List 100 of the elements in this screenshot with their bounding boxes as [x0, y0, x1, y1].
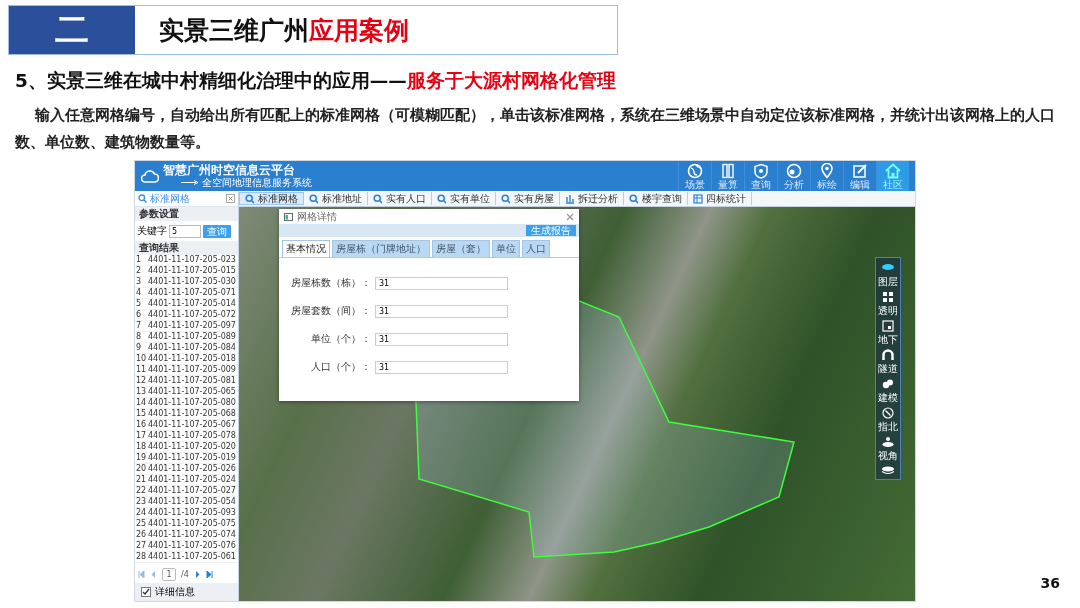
result-row[interactable]: 12 4401-11-107-205-081 [135, 376, 238, 387]
blob-icon[interactable] [881, 378, 895, 390]
result-row[interactable]: 5 4401-11-107-205-014 [135, 299, 238, 310]
tab[interactable]: 基本情况 [282, 240, 330, 257]
toolbar-button[interactable]: 楼宇查询 [624, 192, 688, 205]
result-row[interactable]: 20 4401-11-107-205-026 [135, 464, 238, 475]
result-row[interactable]: 25 4401-11-107-205-075 [135, 519, 238, 530]
field-label: 房屋栋数（栋）： [290, 276, 371, 290]
result-row[interactable]: 1 4401-11-107-205-023 [135, 255, 238, 266]
last-page-icon[interactable] [205, 570, 213, 578]
tab[interactable]: 房屋栋（门牌地址） [332, 240, 430, 257]
toolbar-button[interactable]: 实有人口 [368, 192, 432, 205]
result-row[interactable]: 11 4401-11-107-205-009 [135, 365, 238, 376]
result-row[interactable]: 17 4401-11-107-205-078 [135, 431, 238, 442]
section-header: 参数设置 [135, 207, 238, 221]
row-number: 22 [135, 486, 148, 496]
toolbar-button[interactable]: 实有单位 [432, 192, 496, 205]
grid-code: 4401-11-107-205-071 [148, 288, 236, 298]
grid-code: 4401-11-107-205-030 [148, 277, 236, 287]
toolbar-button[interactable]: 四标统计 [688, 192, 752, 205]
tab[interactable]: 房屋（套） [432, 240, 490, 257]
grid-code: 4401-11-107-205-097 [148, 321, 236, 331]
shield-icon [753, 162, 769, 179]
result-row[interactable]: 23 4401-11-107-205-054 [135, 497, 238, 508]
result-row[interactable]: 9 4401-11-107-205-084 [135, 343, 238, 354]
page-input[interactable]: 1 [162, 567, 176, 581]
square-icon[interactable] [881, 320, 895, 332]
row-number: 11 [135, 365, 148, 375]
result-row[interactable]: 15 4401-11-107-205-068 [135, 409, 238, 420]
result-row[interactable]: 13 4401-11-107-205-065 [135, 387, 238, 398]
toolbar-button[interactable]: 标准网格 [239, 192, 304, 205]
search-icon [437, 193, 447, 204]
row-number: 4 [135, 288, 143, 298]
section-number: 二 [9, 6, 135, 54]
field-label: 人口（个）： [310, 360, 371, 374]
result-row[interactable]: 4 4401-11-107-205-071 [135, 288, 238, 299]
result-row[interactable]: 10 4401-11-107-205-018 [135, 354, 238, 365]
field-label: 单位（个）： [310, 332, 371, 346]
result-row[interactable]: 6 4401-11-107-205-072 [135, 310, 238, 321]
row-number: 13 [135, 387, 148, 397]
row-number: 9 [135, 343, 143, 353]
keyword-label: 关键字 [137, 224, 167, 238]
input-field[interactable]: 31 [375, 276, 508, 290]
tool-label: 图层 [878, 276, 898, 287]
checkbox-label: 详细信息 [155, 585, 195, 599]
result-row[interactable]: 2 4401-11-107-205-015 [135, 266, 238, 277]
search-icon [245, 193, 255, 204]
arch-icon[interactable] [881, 349, 895, 361]
result-row[interactable]: 7 4401-11-107-205-097 [135, 321, 238, 332]
toolbar-button[interactable]: 标准地址 [304, 192, 368, 205]
grid-code: 4401-11-107-205-068 [148, 409, 236, 419]
tab[interactable]: 单位 [492, 240, 520, 257]
row-number: 17 [135, 431, 148, 441]
result-row[interactable]: 24 4401-11-107-205-093 [135, 508, 238, 519]
result-row[interactable]: 14 4401-11-107-205-080 [135, 398, 238, 409]
result-row[interactable]: 28 4401-11-107-205-061 [135, 552, 238, 563]
result-row[interactable]: 8 4401-11-107-205-089 [135, 332, 238, 343]
field-label: 房屋套数（间）： [290, 304, 371, 318]
result-row[interactable]: 26 4401-11-107-205-074 [135, 530, 238, 541]
result-row[interactable]: 16 4401-11-107-205-067 [135, 420, 238, 431]
result-row[interactable]: 21 4401-11-107-205-024 [135, 475, 238, 486]
checkbox[interactable] [141, 587, 151, 597]
slide-subtitle: 5、实景三维在城中村精细化治理中的应用——服务于大源村网格化管理 [15, 69, 617, 93]
grid-code: 4401-11-107-205-081 [148, 376, 236, 386]
result-row[interactable]: 18 4401-11-107-205-020 [135, 442, 238, 453]
result-row[interactable]: 3 4401-11-107-205-030 [135, 277, 238, 288]
tool-label: 隧道 [878, 363, 898, 374]
tool-label: 透明 [878, 305, 898, 316]
toolbar-button[interactable]: 拆迁分析 [560, 192, 624, 205]
ruler-icon [720, 162, 736, 179]
toolbar-button[interactable]: 实有房屋 [496, 192, 560, 205]
row-number: 7 [135, 321, 143, 331]
tab[interactable]: 人口 [522, 240, 550, 257]
row-number: 10 [135, 354, 148, 364]
grid-code: 4401-11-107-205-009 [148, 365, 236, 375]
grid-code: 4401-11-107-205-067 [148, 420, 236, 430]
close-icon[interactable] [226, 194, 235, 203]
grid-code: 4401-11-107-205-018 [148, 354, 236, 364]
description-paragraph: 输入任意网格编号，自动给出所有匹配上的标准网格（可模糊匹配），单击该标准网格，系统在三维场景中自动定位该标准网格，并统计出该网格上的人口数、单位数、建筑物数量等。 [15, 105, 1056, 153]
row-number: 26 [135, 530, 148, 540]
input-field[interactable]: 31 [375, 304, 508, 318]
input-field[interactable]: 31 [375, 332, 508, 346]
row-number: 27 [135, 541, 148, 551]
close-icon[interactable] [566, 212, 574, 221]
next-page-icon[interactable] [193, 570, 201, 578]
row-number: 5 [135, 299, 143, 309]
input-field[interactable]: 31 [375, 360, 508, 374]
stack-icon[interactable] [881, 465, 895, 475]
result-row[interactable]: 22 4401-11-107-205-027 [135, 486, 238, 497]
grid-code: 4401-11-107-205-093 [148, 508, 236, 518]
result-row[interactable]: 19 4401-11-107-205-019 [135, 453, 238, 464]
tool-label: 视角 [878, 450, 898, 461]
row-number: 2 [135, 266, 143, 276]
grid-code: 4401-11-107-205-024 [148, 475, 236, 485]
result-row[interactable]: 27 4401-11-107-205-076 [135, 541, 238, 552]
grid-icon[interactable] [881, 291, 895, 303]
row-number: 25 [135, 519, 148, 529]
keyword-input[interactable]: 5 [169, 224, 201, 238]
row-number: 15 [135, 409, 148, 419]
section-header: 查询结果 [135, 241, 238, 255]
